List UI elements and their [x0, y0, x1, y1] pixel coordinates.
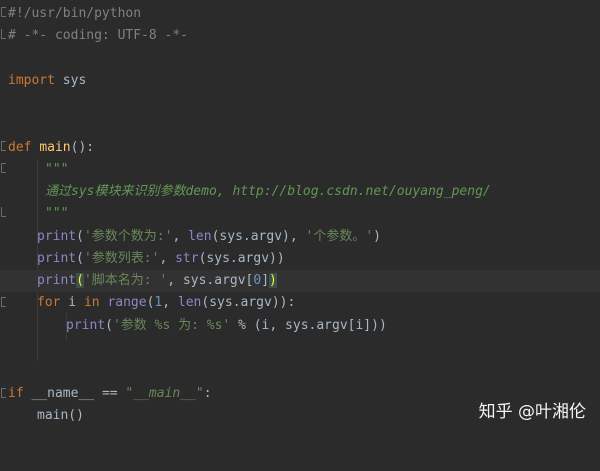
keyword-in: in — [83, 295, 100, 310]
code-editor[interactable]: #!/usr/bin/python # -*- coding: UTF-8 -*… — [0, 0, 600, 440]
keyword-def: def — [8, 140, 32, 155]
closing-bracket: ] — [261, 273, 270, 288]
code-line-doc-open[interactable]: """ — [0, 159, 600, 181]
string-literal: "__main__" — [125, 386, 204, 401]
code-line-doc-close[interactable]: """ — [0, 203, 600, 225]
docstring-open: """ — [45, 162, 69, 177]
keyword-if: if — [8, 386, 24, 401]
dunder-name: __name__ — [23, 386, 102, 401]
open-paren: ( — [105, 318, 113, 333]
string-literal: '参数 %s 为: %s' — [112, 318, 231, 333]
code-line-print-script-current[interactable]: print('脚本名为: ', sys.argv[0]) — [0, 270, 600, 292]
matched-paren-open: ( — [76, 273, 84, 288]
builtin-print: print — [66, 318, 106, 333]
separator: , — [159, 251, 176, 266]
argument: , sys.argv[ — [167, 273, 254, 288]
string-literal: '脚本名为: ' — [83, 273, 168, 288]
docstring-close: """ — [45, 206, 69, 221]
argument: (sys.argv), — [211, 229, 306, 244]
string-literal: '参数个数为:' — [83, 229, 173, 244]
argument: (sys.argv)) — [198, 251, 285, 266]
keyword-for: for — [37, 295, 61, 310]
colon: : — [203, 386, 212, 401]
code-line-coding[interactable]: # -*- coding: UTF-8 -*- — [0, 25, 600, 47]
string-literal: '个参数。' — [305, 229, 374, 244]
separator: , — [162, 295, 178, 310]
separator: , — [172, 229, 189, 244]
shebang-comment: #!/usr/bin/python — [8, 6, 142, 21]
builtin-len: len — [177, 295, 202, 310]
code-line-print-param[interactable]: print('参数 %s 为: %s' % (i, sys.argv[i])) — [0, 315, 600, 337]
matched-paren-close: ) — [269, 273, 277, 288]
builtin-print: print — [37, 229, 77, 244]
code-line-shebang[interactable]: #!/usr/bin/python — [0, 3, 600, 25]
string-literal: '参数列表:' — [83, 251, 160, 266]
function-name: main — [39, 140, 71, 155]
code-line-print-count[interactable]: print('参数个数为:', len(sys.argv), '个参数。') — [0, 226, 600, 248]
loop-variable: i — [60, 295, 84, 310]
coding-comment: # -*- coding: UTF-8 -*- — [8, 28, 189, 43]
closing-paren: ) — [373, 229, 381, 244]
builtin-str: str — [175, 251, 199, 266]
builtin-range: range — [107, 295, 147, 310]
zhihu-watermark: 知乎 @叶湘伦 — [478, 402, 586, 422]
code-line-print-list[interactable]: print('参数列表:', str(sys.argv)) — [0, 248, 600, 270]
builtin-print: print — [37, 273, 77, 288]
argument: % (i, sys.argv[i])) — [230, 318, 387, 333]
code-line-for[interactable]: for i in range(1, len(sys.argv)): — [0, 292, 600, 314]
code-line-def[interactable]: def main(): — [0, 137, 600, 159]
operator-eq: == — [101, 386, 126, 401]
module-sys: sys — [54, 73, 87, 88]
builtin-print: print — [37, 251, 77, 266]
code-line-doc-text[interactable]: 通过sys模块来识别参数demo, http://blog.csdn.net/o… — [0, 181, 600, 203]
code-line-import[interactable]: import sys — [0, 70, 600, 92]
builtin-len: len — [188, 229, 212, 244]
docstring-text: 通过sys模块来识别参数demo, http://blog.csdn.net/o… — [45, 184, 491, 199]
main-call: main() — [37, 408, 84, 423]
keyword-import: import — [8, 73, 55, 88]
function-signature: (): — [70, 140, 95, 155]
argument: (sys.argv)): — [201, 295, 296, 310]
